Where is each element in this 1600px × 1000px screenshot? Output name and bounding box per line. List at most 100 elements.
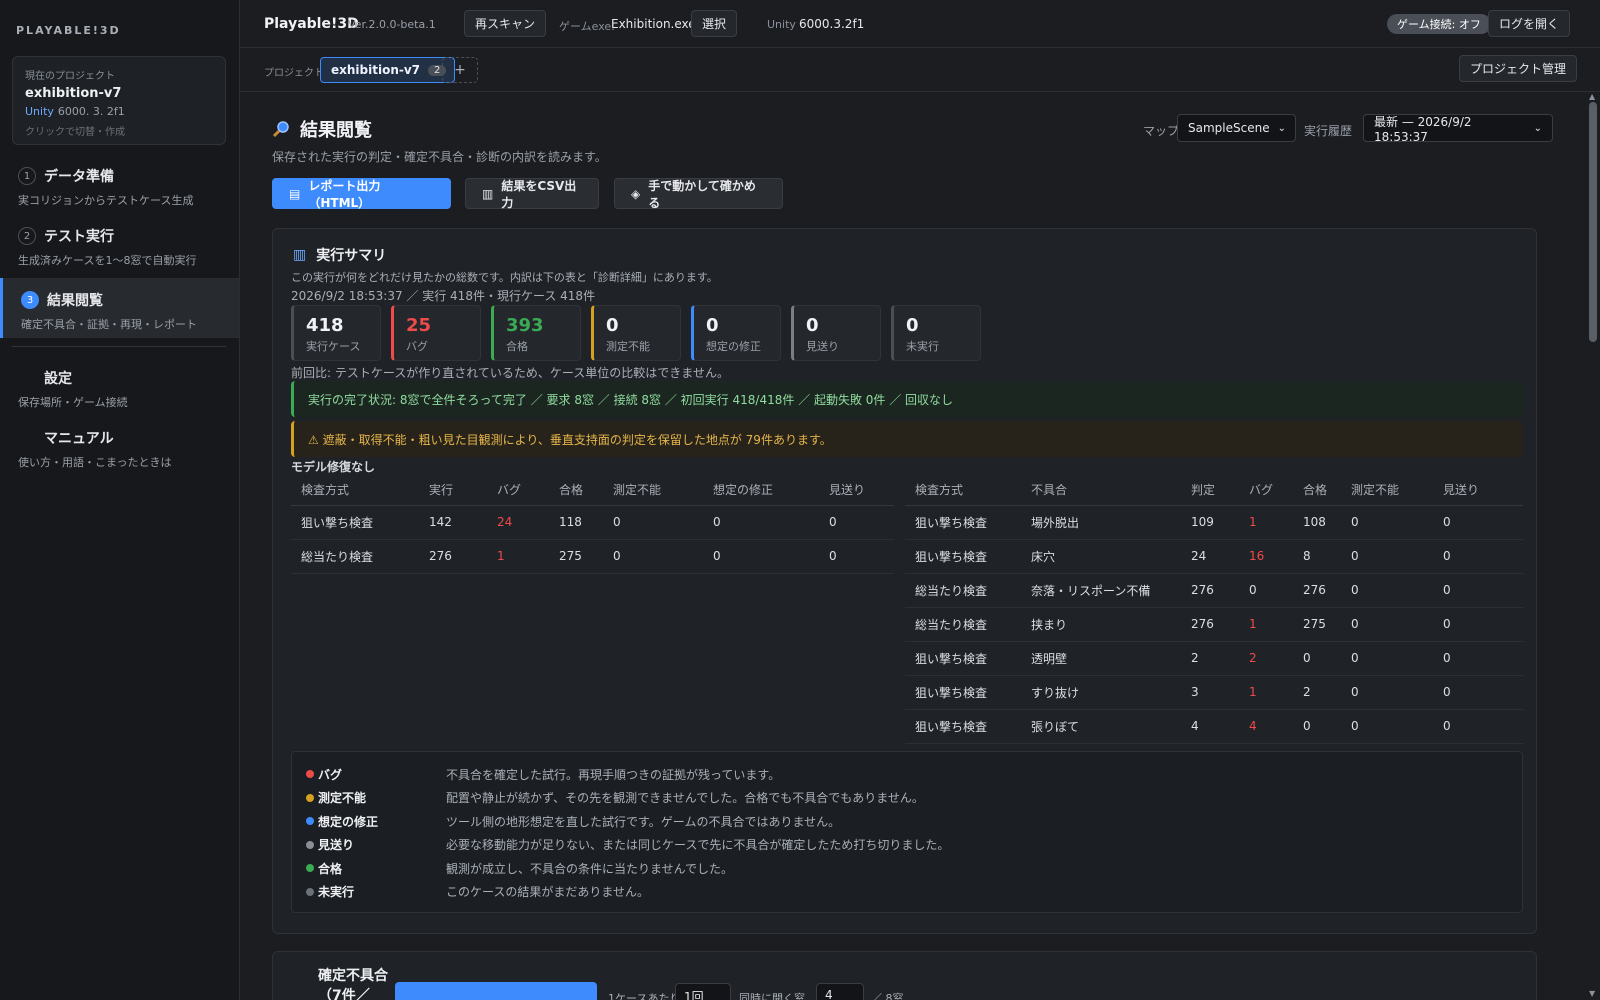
- select-exe-button[interactable]: 選択: [691, 10, 737, 37]
- history-label: 実行履歴: [1304, 124, 1353, 138]
- current-project-card[interactable]: 現在のプロジェクト exhibition-v7 Unity 6000. 3. 2f…: [12, 56, 226, 145]
- table-cell: 276: [1181, 607, 1239, 642]
- summary-title: ▥ 実行サマリ: [293, 245, 386, 265]
- project-manage-button[interactable]: プロジェクト管理: [1459, 55, 1577, 82]
- csv-export-button[interactable]: ▥ 結果をCSV出力: [465, 178, 599, 210]
- page-title-text: 結果閲覧: [300, 120, 372, 141]
- column-header: 検査方式: [905, 475, 1021, 506]
- replay-button[interactable]: [395, 982, 597, 1000]
- unity-label: Unity: [767, 18, 796, 31]
- top-bar: Playable!3D Ver.2.0.0-beta.1 再スキャン ゲームex…: [240, 0, 1600, 48]
- table-cell: 0: [819, 539, 894, 574]
- project-unity-version: Unity 6000. 3. 2f1: [25, 105, 213, 118]
- table-cell: 108: [1293, 505, 1341, 540]
- column-header: バグ: [1239, 475, 1293, 506]
- project-tab[interactable]: exhibition-v7 2: [320, 57, 456, 83]
- sidebar-item-sub: 生成済みケースを1〜8窓で自動実行: [18, 254, 197, 267]
- map-select-value: SampleScene: [1188, 121, 1270, 135]
- legend-key: 未実行: [306, 883, 446, 900]
- legend-description: 不具合を確定した試行。再現手順つきの証拠が残っています。: [446, 767, 781, 782]
- sidebar-item-settings[interactable]: 設定 保存場所・ゲーム接続: [0, 368, 239, 410]
- sidebar-item-title: 結果閲覧: [47, 293, 103, 309]
- table-cell: 276: [419, 539, 487, 574]
- windows-max: ／ 8窓: [871, 992, 904, 1000]
- scroll-down-icon[interactable]: ▼: [1589, 989, 1595, 998]
- stat-label: 合格: [506, 340, 528, 353]
- stat-value: 25: [406, 315, 432, 336]
- bar-chart-icon: ▥: [293, 247, 307, 263]
- table-cell: 0: [603, 539, 703, 574]
- summary-meta: 2026/9/2 18:53:37 ／ 実行 418件・現行ケース 418件: [291, 289, 596, 303]
- unity-value: 6000.3.2f1: [799, 17, 865, 31]
- scroll-up-icon[interactable]: ▲: [1589, 92, 1595, 101]
- legend-item: 想定の修正 ツール側の地形想定を直した試行です。ゲームの不具合ではありません。: [306, 811, 840, 831]
- history-select[interactable]: 最新 — 2026/9/2 18:53:37 ⌄: [1363, 114, 1553, 144]
- per-case-select[interactable]: 1回: [675, 983, 731, 1000]
- table-cell: 8: [1293, 539, 1341, 574]
- table-cell: 0: [1239, 573, 1293, 608]
- sidebar-item-test-run[interactable]: 2 テスト実行 生成済みケースを1〜8窓で自動実行: [0, 226, 239, 268]
- confirmed-defects-title: 確定不具合（7件／: [318, 968, 388, 1000]
- page-title: 結果閲覧: [272, 116, 372, 142]
- table-cell: 0: [819, 505, 894, 540]
- column-header: 合格: [1293, 475, 1341, 506]
- sidebar-item-results[interactable]: 3 結果閲覧 確定不具合・証拠・再現・レポート: [0, 278, 239, 338]
- main-scrollbar[interactable]: ▲ ▼: [1586, 92, 1600, 1000]
- legend-item: 測定不能 配置や静止が続かず、その先を観測できませんでした。合格でも不具合でもあり…: [306, 788, 924, 808]
- table-row: 総当たり検査 奈落・リスポーン不備 276 0 276 0 0: [905, 573, 1523, 608]
- legend-description: 必要な移動能力が足りない、または同じケースで先に不具合が確定したため打ち切りまし…: [446, 838, 950, 852]
- column-header: 検査方式: [291, 475, 419, 506]
- table-row: 狙い撃ち検査 透明壁 2 2 0 0 0: [905, 641, 1523, 676]
- completion-status-banner: 実行の完了状況: 8窓で全件そろって完了 ／ 要求 8窓 ／ 接続 8窓 ／ 初…: [291, 381, 1523, 417]
- manual-check-label: 手で動かして確かめる: [648, 178, 756, 210]
- windows-label: 同時に開く窓: [739, 992, 805, 1000]
- table-cell: 0: [703, 505, 819, 540]
- status-dot-icon: [306, 793, 314, 802]
- stat-card: 418 実行ケース: [291, 305, 381, 361]
- column-header: 測定不能: [603, 475, 703, 506]
- model-repair-label: モデル修復なし: [291, 460, 376, 474]
- table-cell: 109: [1181, 505, 1239, 540]
- table-cell: 狙い撃ち検査: [905, 539, 1021, 574]
- stat-label: 想定の修正: [706, 340, 761, 353]
- legend-key-label: 見送り: [318, 838, 355, 852]
- open-log-button[interactable]: ログを開く: [1488, 10, 1570, 37]
- stat-card: 0 測定不能: [591, 305, 681, 361]
- table-cell: 16: [1239, 539, 1293, 574]
- project-name: exhibition-v7: [25, 86, 122, 101]
- legend-item: 合格 観測が成立し、不具合の条件に当たりませんでした。: [306, 858, 733, 878]
- rescan-button[interactable]: 再スキャン: [464, 10, 546, 37]
- stat-card: 0 未実行: [891, 305, 981, 361]
- table-cell: 総当たり検査: [905, 607, 1021, 642]
- step-number: 2: [18, 227, 36, 245]
- sidebar-divider: [12, 346, 226, 347]
- legend-key: 合格: [306, 860, 446, 877]
- table-cell: 0: [1341, 675, 1433, 710]
- status-dot-icon: [306, 864, 314, 872]
- scrollbar-thumb[interactable]: [1589, 102, 1597, 342]
- report-export-button[interactable]: ▤ レポート出力（HTML）: [272, 178, 451, 210]
- summary-panel: ▥ 実行サマリ この実行が何をどれだけ見たかの総数です。内訳は下の表と「診断詳細…: [272, 228, 1537, 934]
- table-cell: 118: [549, 505, 603, 540]
- stat-card: 25 バグ: [391, 305, 481, 361]
- manual-check-button[interactable]: ◈ 手で動かして確かめる: [614, 178, 783, 210]
- magnifier-icon: [272, 121, 289, 138]
- sidebar-item-sub: 確定不具合・証拠・再現・レポート: [21, 318, 197, 331]
- table-cell: 0: [1433, 675, 1523, 710]
- sidebar: PLAYABLE!3D 現在のプロジェクト exhibition-v7 Unit…: [0, 0, 240, 1000]
- windows-input[interactable]: 4: [816, 983, 864, 1000]
- defect-breakdown-table: 検査方式 不具合 判定 バグ 合格 測定不能 見送り 狙い撃ち検査 場外脱出 109 1 108 0 0…: [905, 475, 1523, 744]
- column-header: 見送り: [819, 475, 894, 506]
- sidebar-item-manual[interactable]: マニュアル 使い方・用語・こまったときは: [0, 428, 239, 470]
- stat-card: 393 合格: [491, 305, 581, 361]
- table-cell: 0: [1341, 539, 1433, 574]
- table-cell: 狙い撃ち検査: [905, 709, 1021, 744]
- table-cell: 透明壁: [1021, 641, 1181, 676]
- legend-description: ツール側の地形想定を直した試行です。ゲームの不具合ではありません。: [446, 814, 841, 829]
- add-project-button[interactable]: +: [442, 57, 478, 83]
- sidebar-item-title: データ準備: [44, 169, 114, 185]
- map-select[interactable]: SampleScene ⌄: [1177, 114, 1296, 142]
- sidebar-item-data-prep[interactable]: 1 データ準備 実コリジョンからテストケース生成: [0, 166, 239, 208]
- table-cell: 4: [1239, 709, 1293, 744]
- project-card-hint: クリックで切替・作成: [25, 127, 125, 138]
